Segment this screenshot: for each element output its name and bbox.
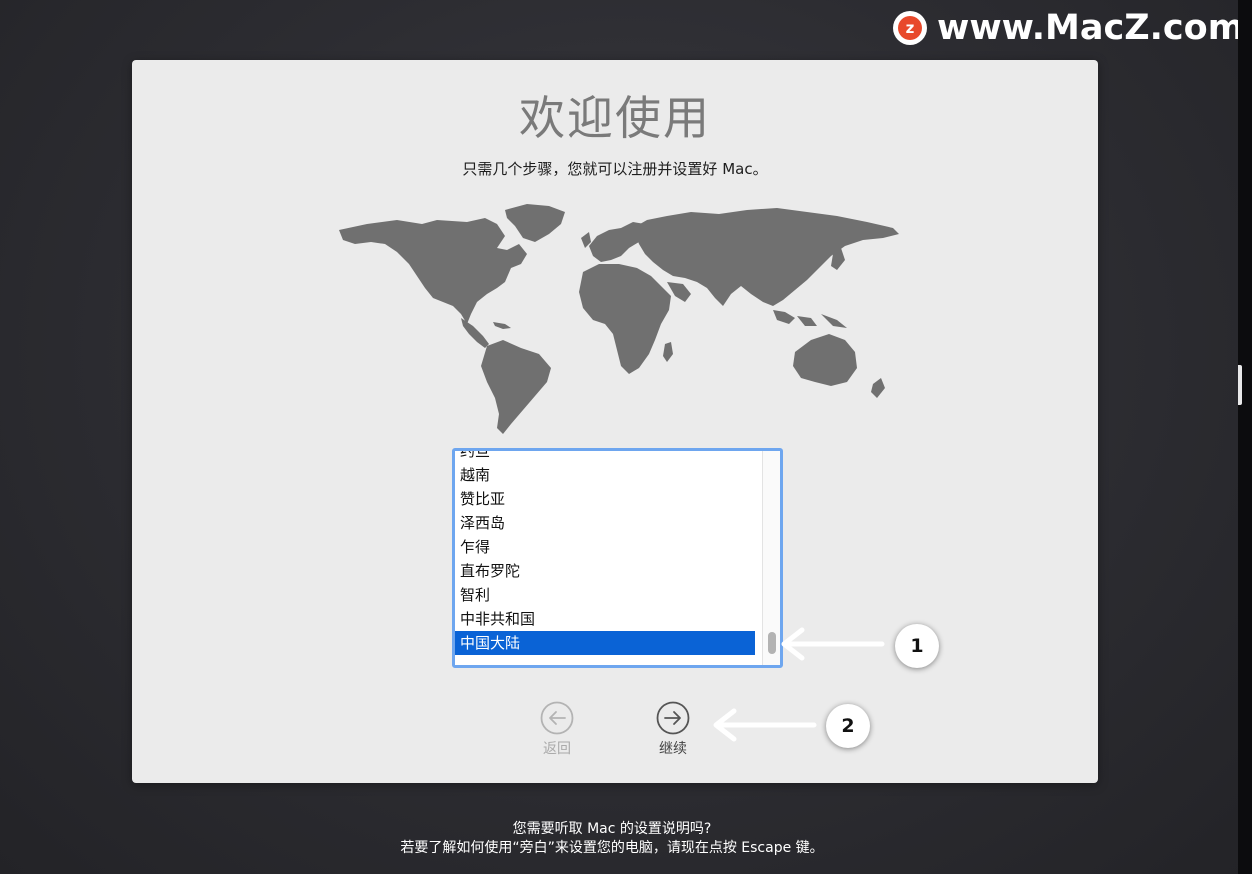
voiceover-hint-line2: 若要了解如何使用“旁白”来设置您的电脑，请现在点按 Escape 键。 <box>400 840 824 856</box>
annotation-arrow-2-icon <box>713 708 817 742</box>
welcome-subtitle: 只需几个步骤，您就可以注册并设置好 Mac。 <box>462 160 768 178</box>
setup-assistant-panel: 欢迎使用 只需几个步骤，您就可以注册并设置好 Mac。 约旦 越南 赞比亚 泽西… <box>132 60 1098 783</box>
annotation-badge-2: 2 <box>826 704 870 748</box>
watermark-text: www.MacZ.com <box>937 8 1245 48</box>
welcome-title: 欢迎使用 <box>519 91 711 145</box>
voiceover-hint: 您需要听取 Mac 的设置说明吗? 若要了解如何使用“旁白”来设置您的电脑，请现… <box>0 820 1224 858</box>
list-item[interactable]: 约旦 <box>455 451 755 463</box>
svg-text:z: z <box>906 19 915 37</box>
list-item[interactable]: 泽西岛 <box>455 511 755 535</box>
continue-button[interactable]: 继续 <box>643 701 703 758</box>
watermark: z www.MacZ.com <box>893 8 1244 48</box>
list-item[interactable]: 乍得 <box>455 535 755 559</box>
continue-label: 继续 <box>659 741 687 757</box>
list-item[interactable]: 越南 <box>455 463 755 487</box>
list-item[interactable]: 中非共和国 <box>455 607 755 631</box>
macz-logo-icon: z <box>893 11 927 45</box>
list-item-selected[interactable]: 中国大陆 <box>455 631 755 655</box>
country-list[interactable]: 约旦 越南 赞比亚 泽西岛 乍得 直布罗陀 智利 中非共和国 中国大陆 <box>452 448 783 668</box>
world-map-icon <box>339 204 899 434</box>
back-label: 返回 <box>543 741 571 757</box>
list-item[interactable]: 直布罗陀 <box>455 559 755 583</box>
arrow-left-circle-icon <box>540 701 574 735</box>
back-button[interactable]: 返回 <box>527 701 587 758</box>
annotation-arrow-1-icon <box>781 627 885 661</box>
voiceover-hint-line1: 您需要听取 Mac 的设置说明吗? <box>512 821 712 837</box>
arrow-right-circle-icon <box>656 701 690 735</box>
list-item[interactable]: 智利 <box>455 583 755 607</box>
right-edge-strip <box>1238 0 1252 874</box>
annotation-badge-1: 1 <box>895 624 939 668</box>
list-item[interactable]: 赞比亚 <box>455 487 755 511</box>
